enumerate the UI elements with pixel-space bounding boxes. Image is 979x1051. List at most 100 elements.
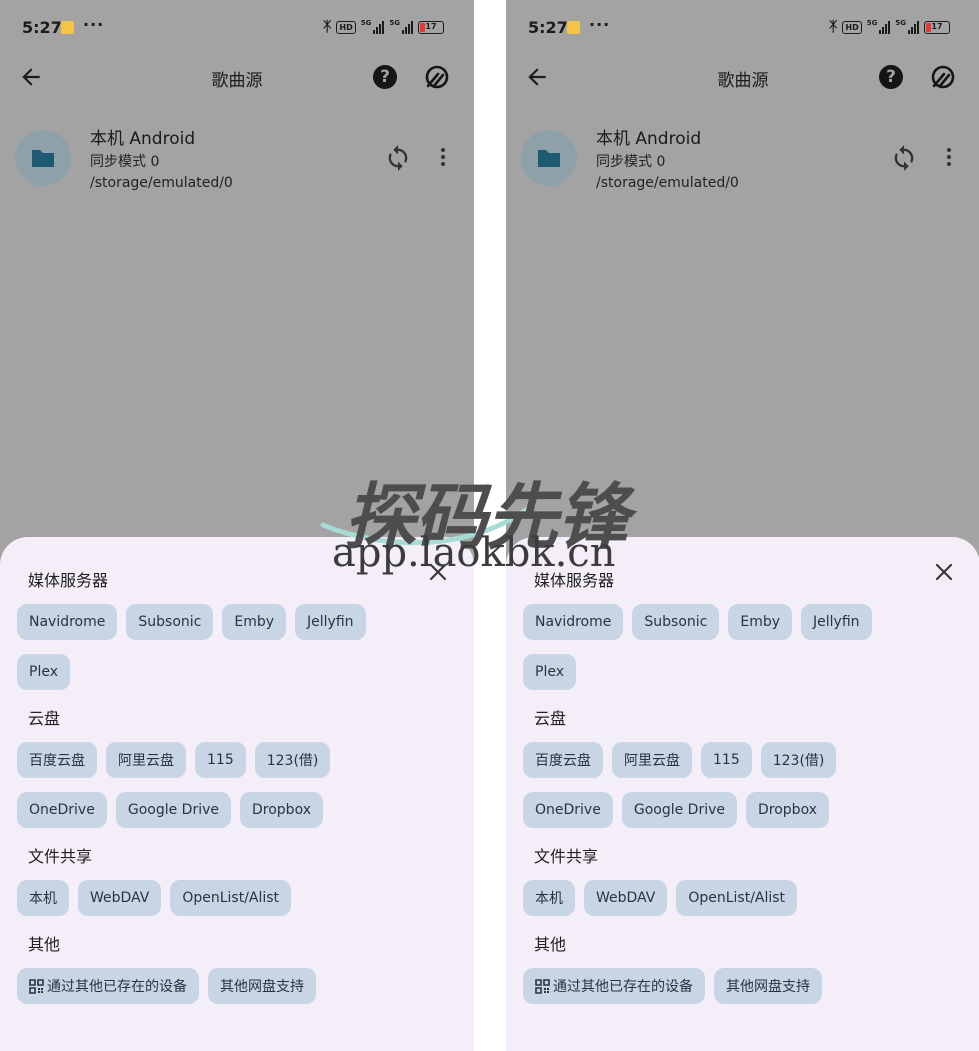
chip-row: Navidrome Subsonic Emby Jellyfin bbox=[17, 604, 366, 640]
source-list-item[interactable]: 本机 Android 同步模式 0 /storage/emulated/0 bbox=[506, 120, 979, 200]
source-type-chip[interactable]: 阿里云盘 bbox=[612, 742, 692, 778]
section-title: 云盘 bbox=[28, 709, 61, 728]
help-icon[interactable]: ? bbox=[879, 65, 903, 89]
more-notifications-icon: ··· bbox=[83, 15, 105, 34]
app-logo-icon[interactable] bbox=[930, 64, 956, 90]
chip-label: WebDAV bbox=[90, 890, 150, 906]
source-type-chip[interactable]: 本机 bbox=[523, 880, 575, 916]
source-type-chip[interactable]: Emby bbox=[728, 604, 793, 640]
source-type-chip[interactable]: Subsonic bbox=[126, 604, 214, 640]
network-type-label: 5G bbox=[360, 19, 372, 27]
source-type-chip[interactable]: Subsonic bbox=[632, 604, 720, 640]
chip-label: 其他网盘支持 bbox=[220, 979, 304, 995]
source-type-chip[interactable]: Dropbox bbox=[240, 792, 323, 828]
status-time: 5:27 bbox=[528, 18, 568, 37]
source-type-chip[interactable]: Jellyfin bbox=[295, 604, 366, 640]
chip-row: 通过其他已存在的设备 其他网盘支持 bbox=[17, 968, 316, 1004]
chip-label: 阿里云盘 bbox=[118, 753, 174, 769]
more-options-icon[interactable] bbox=[438, 148, 448, 170]
chip-label: 其他网盘支持 bbox=[726, 979, 810, 995]
chip-row: Plex bbox=[523, 654, 576, 690]
source-type-chip[interactable]: Plex bbox=[17, 654, 70, 690]
source-type-chip[interactable]: 其他网盘支持 bbox=[714, 968, 822, 1004]
app-logo-icon[interactable] bbox=[424, 64, 450, 90]
battery-icon: 17 bbox=[924, 20, 950, 34]
status-bar: 5:27 ··· ᛡ HD 5G 5G 17 bbox=[506, 0, 979, 56]
sync-icon[interactable] bbox=[384, 144, 412, 172]
chip-label: 123(借) bbox=[772, 753, 825, 769]
chip-label: OpenList/Alist bbox=[182, 890, 280, 906]
chip-label: 115 bbox=[713, 752, 740, 768]
source-type-chip[interactable]: Google Drive bbox=[115, 792, 231, 828]
chip-label: Jellyfin bbox=[307, 614, 354, 630]
status-bar: 5:27 ··· ᛡ HD 5G 5G 17 bbox=[0, 0, 474, 56]
source-type-chip[interactable]: 115 bbox=[701, 742, 752, 778]
source-type-chip[interactable]: 通过其他已存在的设备 bbox=[523, 968, 705, 1004]
source-sync-mode: 同步模式 0 bbox=[90, 154, 160, 170]
source-type-chip[interactable]: 百度云盘 bbox=[17, 742, 97, 778]
add-source-sheet: 媒体服务器 Navidrome Subsonic Emby Jellyfin Plex 云盘… bbox=[0, 537, 474, 1051]
chip-label: Subsonic bbox=[138, 614, 202, 630]
chip-label: 本机 bbox=[535, 891, 563, 907]
signal-icon: 5G bbox=[867, 20, 891, 34]
signal-icon: 5G bbox=[389, 20, 413, 34]
watermark-url: app.laokbk.cn bbox=[332, 530, 616, 576]
source-type-chip[interactable]: WebDAV bbox=[78, 880, 162, 916]
chip-label: 百度云盘 bbox=[29, 753, 85, 769]
battery-level: 17 bbox=[425, 21, 437, 31]
notification-icon bbox=[61, 21, 74, 34]
page-title: 歌曲源 bbox=[211, 71, 263, 91]
source-type-chip[interactable]: OneDrive bbox=[523, 792, 613, 828]
hd-voice-badge: HD bbox=[336, 20, 356, 34]
hd-voice-badge: HD bbox=[842, 20, 862, 34]
status-time: 5:27 bbox=[22, 18, 62, 37]
chip-row: Plex bbox=[17, 654, 70, 690]
chip-label: 115 bbox=[207, 752, 234, 768]
source-type-chip[interactable]: 阿里云盘 bbox=[106, 742, 186, 778]
folder-avatar bbox=[15, 130, 71, 186]
app-bar: 歌曲源 ? bbox=[0, 56, 474, 100]
chip-label: Dropbox bbox=[758, 802, 817, 818]
add-source-sheet: 媒体服务器 Navidrome Subsonic Emby Jellyfin Plex 云盘… bbox=[506, 537, 979, 1051]
source-type-chip[interactable]: Emby bbox=[222, 604, 287, 640]
source-list-item[interactable]: 本机 Android 同步模式 0 /storage/emulated/0 bbox=[0, 120, 474, 200]
sync-icon[interactable] bbox=[890, 144, 918, 172]
source-type-chip[interactable]: Dropbox bbox=[746, 792, 829, 828]
qr-code-icon bbox=[535, 978, 550, 994]
source-type-chip[interactable]: WebDAV bbox=[584, 880, 668, 916]
source-type-chip[interactable]: 123(借) bbox=[760, 742, 837, 778]
source-type-chip[interactable]: 通过其他已存在的设备 bbox=[17, 968, 199, 1004]
source-type-chip[interactable]: Navidrome bbox=[17, 604, 118, 640]
status-indicators: ᛡ HD 5G 5G 17 bbox=[829, 19, 950, 35]
chip-label: Plex bbox=[29, 664, 58, 680]
chip-label: Jellyfin bbox=[813, 614, 860, 630]
close-icon[interactable] bbox=[934, 562, 954, 582]
source-type-chip[interactable]: OpenList/Alist bbox=[170, 880, 292, 916]
section-title: 云盘 bbox=[534, 709, 567, 728]
more-options-icon[interactable] bbox=[944, 148, 954, 170]
source-type-chip[interactable]: Plex bbox=[523, 654, 576, 690]
source-sync-mode: 同步模式 0 bbox=[596, 154, 666, 170]
source-type-chip[interactable]: 百度云盘 bbox=[523, 742, 603, 778]
source-type-chip[interactable]: OpenList/Alist bbox=[676, 880, 798, 916]
source-type-chip[interactable]: 本机 bbox=[17, 880, 69, 916]
chip-row: Navidrome Subsonic Emby Jellyfin bbox=[523, 604, 872, 640]
source-type-chip[interactable]: 其他网盘支持 bbox=[208, 968, 316, 1004]
source-type-chip[interactable]: 123(借) bbox=[254, 742, 331, 778]
chip-label: Emby bbox=[234, 614, 275, 630]
chip-label: Navidrome bbox=[29, 614, 106, 630]
source-type-chip[interactable]: Jellyfin bbox=[801, 604, 872, 640]
source-type-chip[interactable]: Google Drive bbox=[621, 792, 737, 828]
chip-label: 本机 bbox=[29, 891, 57, 907]
folder-icon bbox=[538, 150, 560, 167]
source-type-chip[interactable]: Navidrome bbox=[523, 604, 624, 640]
source-type-chip[interactable]: OneDrive bbox=[17, 792, 107, 828]
chip-row: 通过其他已存在的设备 其他网盘支持 bbox=[523, 968, 822, 1004]
chip-label: 百度云盘 bbox=[535, 753, 591, 769]
section-title: 文件共享 bbox=[28, 847, 93, 866]
more-notifications-icon: ··· bbox=[589, 15, 611, 34]
page-title: 歌曲源 bbox=[717, 71, 769, 91]
source-type-chip[interactable]: 115 bbox=[195, 742, 246, 778]
help-icon[interactable]: ? bbox=[373, 65, 397, 89]
bluetooth-icon: ᛡ bbox=[829, 19, 838, 35]
